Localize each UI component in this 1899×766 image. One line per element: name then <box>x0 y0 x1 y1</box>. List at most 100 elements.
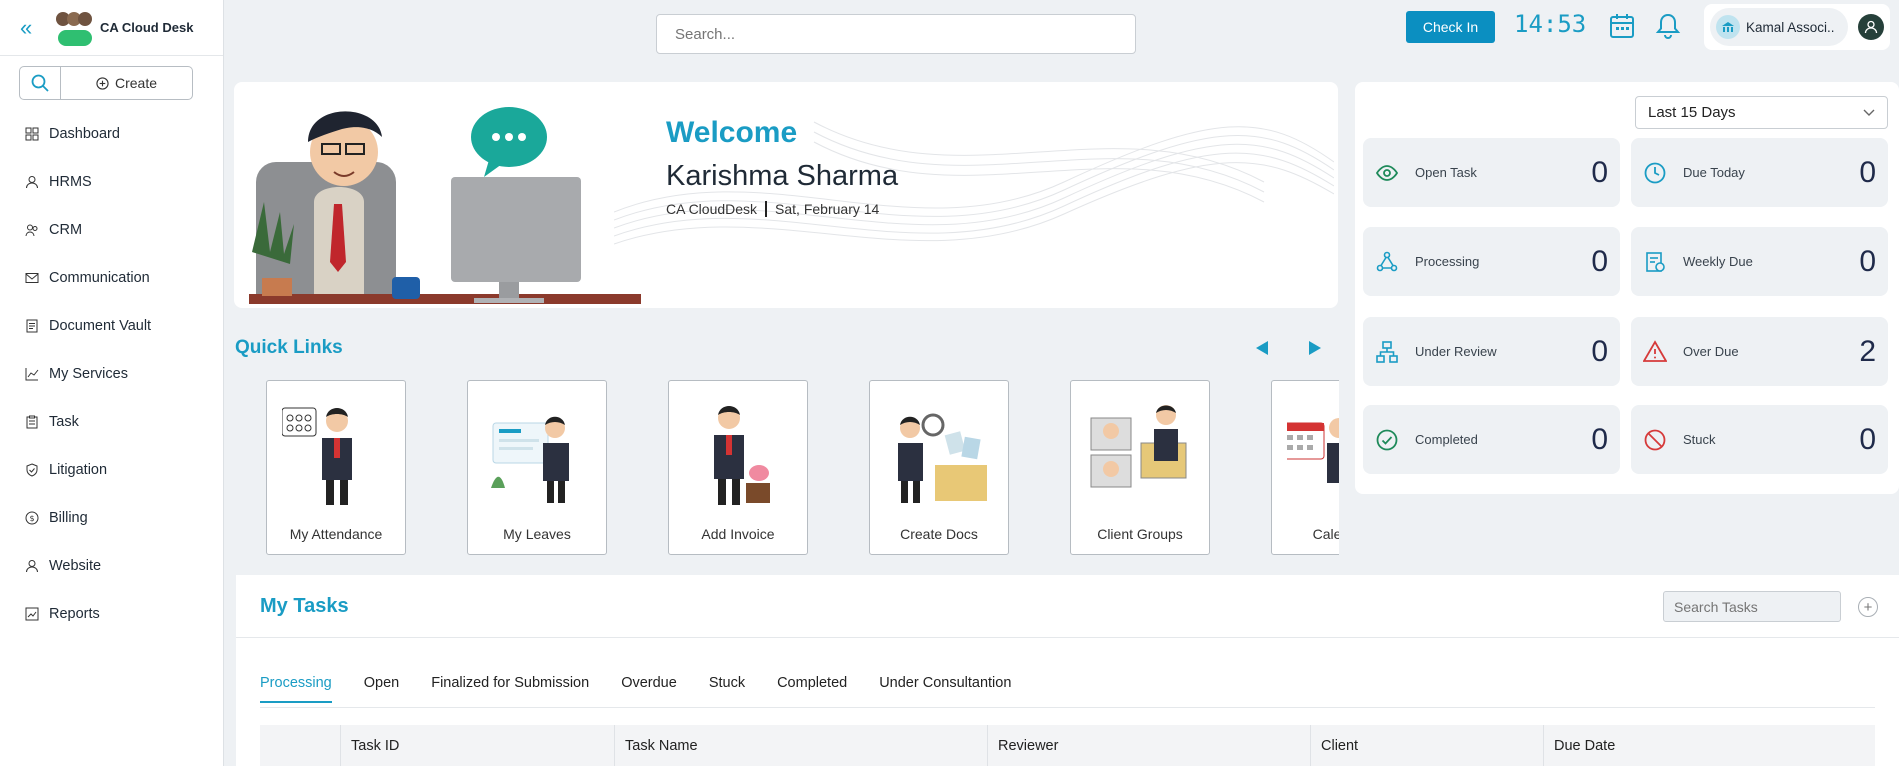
meta-separator <box>765 201 768 217</box>
tab-under-consultation[interactable]: Under Consultantion <box>879 675 1011 703</box>
search-icon <box>31 74 49 92</box>
stat-processing[interactable]: Processing 0 <box>1363 227 1620 296</box>
sidebar-item-my-services[interactable]: My Services <box>0 350 223 398</box>
tab-processing[interactable]: Processing <box>260 675 332 703</box>
column-header-task-id[interactable]: Task ID <box>340 725 399 766</box>
sidebar-item-task[interactable]: Task <box>0 398 223 446</box>
sidebar-item-website[interactable]: Website <box>0 542 223 590</box>
stat-under-review[interactable]: Under Review 0 <box>1363 317 1620 386</box>
organization-selector[interactable]: Kamal Associ.. <box>1710 8 1848 46</box>
stat-weekly-due[interactable]: Weekly Due 0 <box>1631 227 1888 296</box>
stat-stuck[interactable]: Stuck 0 <box>1631 405 1888 474</box>
stat-due-today[interactable]: Due Today 0 <box>1631 138 1888 207</box>
sidebar-search-button[interactable] <box>19 66 61 100</box>
create-docs-illustration <box>898 413 987 503</box>
users-icon <box>25 224 38 237</box>
sidebar-item-reports[interactable]: Reports <box>0 590 223 638</box>
tab-stuck[interactable]: Stuck <box>709 675 745 703</box>
column-header-reviewer[interactable]: Reviewer <box>987 725 1058 766</box>
collapse-sidebar-icon[interactable]: « <box>20 15 46 41</box>
stat-value: 0 <box>1859 155 1876 189</box>
quick-links-next-icon[interactable] <box>1308 340 1322 356</box>
tab-open[interactable]: Open <box>364 675 399 703</box>
leaves-illustration <box>491 416 569 503</box>
ban-icon <box>1644 429 1666 450</box>
stat-label: Over Due <box>1683 344 1739 359</box>
stat-value: 0 <box>1591 244 1608 278</box>
quick-link-my-attendance[interactable]: My Attendance <box>266 380 406 555</box>
warning-icon <box>1643 339 1667 362</box>
sidebar-item-crm[interactable]: CRM <box>0 206 223 254</box>
sidebar-item-label: My Services <box>49 366 128 382</box>
task-tabs: Processing Open Finalized for Submission… <box>260 675 1011 703</box>
sidebar-item-litigation[interactable]: Litigation <box>0 446 223 494</box>
user-avatar-icon <box>1864 20 1878 34</box>
sidebar-item-hrms[interactable]: HRMS <box>0 158 223 206</box>
eye-icon <box>1375 164 1399 181</box>
quick-link-add-invoice[interactable]: Add Invoice <box>668 380 808 555</box>
stat-over-due[interactable]: Over Due 2 <box>1631 317 1888 386</box>
quick-links-prev-icon[interactable] <box>1255 340 1269 356</box>
brand-name: CA Cloud Desk <box>100 20 194 35</box>
quick-link-label: Add Invoice <box>701 526 775 542</box>
calendar-icon[interactable] <box>1608 12 1636 40</box>
current-date: Sat, February 14 <box>775 201 880 217</box>
quick-link-label: My Attendance <box>289 526 383 542</box>
mail-icon <box>25 273 39 283</box>
search-tasks-input[interactable] <box>1663 591 1841 622</box>
check-in-button[interactable]: Check In <box>1406 11 1495 43</box>
period-select[interactable]: Last 15 Days <box>1635 96 1888 129</box>
top-bar: Check In 14:53 Kamal Associ.. <box>225 0 1899 62</box>
sidebar-item-label: Task <box>49 414 79 430</box>
chevron-down-icon <box>1863 109 1875 116</box>
column-header-client[interactable]: Client <box>1310 725 1358 766</box>
invoice-illustration <box>714 406 770 505</box>
sidebar-item-communication[interactable]: Communication <box>0 254 223 302</box>
sidebar-header: « CA Cloud Desk <box>0 0 223 56</box>
tab-finalized-for-submission[interactable]: Finalized for Submission <box>431 675 589 703</box>
sidebar-item-label: Litigation <box>49 462 108 478</box>
user-menu[interactable]: Kamal Associ.. <box>1704 4 1890 50</box>
quick-link-my-leaves[interactable]: My Leaves <box>467 380 607 555</box>
stat-label: Completed <box>1415 432 1478 447</box>
sidebar-item-label: Communication <box>49 270 150 286</box>
user-full-name: Karishma Sharma <box>666 160 899 192</box>
tab-completed[interactable]: Completed <box>777 675 847 703</box>
tab-overdue[interactable]: Overdue <box>621 675 677 703</box>
sitemap-icon <box>1376 340 1398 363</box>
quick-link-create-docs[interactable]: Create Docs <box>869 380 1009 555</box>
welcome-meta: CA CloudDesk Sat, February 14 <box>666 201 879 217</box>
company-name: CA CloudDesk <box>666 201 758 217</box>
sidebar-actions: Create <box>19 66 223 100</box>
sidebar-item-dashboard[interactable]: Dashboard <box>0 110 223 158</box>
my-tasks-title: My Tasks <box>260 595 349 617</box>
sidebar-item-document-vault[interactable]: Document Vault <box>0 302 223 350</box>
create-button[interactable]: Create <box>61 66 193 100</box>
stat-value: 0 <box>1859 422 1876 456</box>
stat-completed[interactable]: Completed 0 <box>1363 405 1620 474</box>
add-task-button[interactable]: + <box>1858 597 1878 617</box>
stat-label: Weekly Due <box>1683 254 1753 269</box>
sidebar-item-label: Website <box>49 558 102 574</box>
dollar-circle-icon: $ <box>25 511 39 525</box>
stat-label: Processing <box>1415 254 1480 269</box>
sidebar: « CA Cloud Desk Create Dashboard HRMS CR… <box>0 0 224 766</box>
stat-value: 0 <box>1859 244 1876 278</box>
avatar[interactable] <box>1858 14 1884 40</box>
notification-bell-icon[interactable] <box>1655 12 1681 40</box>
column-header-task-name[interactable]: Task Name <box>614 725 698 766</box>
my-tasks-panel: My Tasks + Processing Open Finalized for… <box>236 575 1899 766</box>
sidebar-item-billing[interactable]: $ Billing <box>0 494 223 542</box>
global-search-input[interactable] <box>656 14 1136 54</box>
stat-label: Under Review <box>1415 344 1497 359</box>
quick-link-calendar[interactable]: Calendar <box>1271 380 1339 555</box>
user-icon <box>26 176 38 189</box>
tasks-divider <box>236 637 1899 638</box>
stat-open-task[interactable]: Open Task 0 <box>1363 138 1620 207</box>
clock-icon <box>1644 162 1666 183</box>
quick-link-client-groups[interactable]: Client Groups <box>1070 380 1210 555</box>
organization-icon <box>1716 15 1740 39</box>
column-header-due-date[interactable]: Due Date <box>1543 725 1615 766</box>
stat-label: Open Task <box>1415 165 1477 180</box>
welcome-illustration <box>249 107 641 304</box>
